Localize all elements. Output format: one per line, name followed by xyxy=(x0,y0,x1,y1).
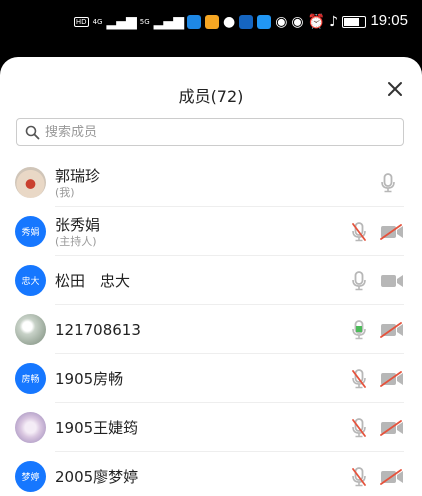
member-name: 张秀娟 xyxy=(55,215,101,234)
microphone-icon[interactable] xyxy=(380,173,396,193)
app-notification-icon xyxy=(257,15,272,29)
member-name: 松田 忠大 xyxy=(55,271,131,290)
member-row[interactable]: 1905王婕筠 xyxy=(0,403,422,452)
member-names: 松田 忠大 xyxy=(55,256,130,305)
mic-muted-icon[interactable] xyxy=(351,222,367,242)
app-notification-icon xyxy=(186,15,201,29)
mic-status-icon: ♪ xyxy=(329,14,338,30)
member-row[interactable]: 忠大 松田 忠大 xyxy=(0,256,422,305)
camera-off-icon[interactable] xyxy=(380,420,404,436)
avatar xyxy=(15,167,46,198)
app-notification-icon xyxy=(239,15,254,29)
member-row[interactable]: 房畅 1905房畅 xyxy=(0,354,422,403)
avatar-initials: 房畅 xyxy=(21,375,40,385)
avatar: 忠大 xyxy=(15,265,46,296)
member-list: 郭瑞珍 (我) 秀娟 张秀娟 (主持人) 忠大 松田 忠大 121708613 房畅 xyxy=(0,158,422,496)
location-icon: ◉ xyxy=(275,14,288,30)
member-names: 121708613 xyxy=(55,305,141,354)
member-row[interactable]: 郭瑞珍 (我) xyxy=(0,158,422,207)
microphone-icon[interactable] xyxy=(351,271,367,291)
member-names: 1905房畅 xyxy=(55,354,123,403)
avatar: 房畅 xyxy=(15,363,46,394)
member-row[interactable]: 梦婷 2005廖梦婷 xyxy=(0,452,422,496)
signal-icon-2: ▂▄▆ xyxy=(153,14,184,30)
member-names: 1905王婕筠 xyxy=(55,403,138,452)
member-names: 2005廖梦婷 xyxy=(55,452,138,496)
avatar xyxy=(15,412,46,443)
mic-muted-icon[interactable] xyxy=(351,467,367,487)
camera-off-icon[interactable] xyxy=(380,322,404,338)
avatar-initials: 梦婷 xyxy=(21,473,40,483)
camera-off-icon[interactable] xyxy=(380,371,404,387)
signal-icon: ▂▄▆ xyxy=(106,14,136,30)
sheet-header: 成员(72) xyxy=(0,57,422,127)
avatar xyxy=(15,314,46,345)
search-box[interactable] xyxy=(16,118,404,146)
status-bar: HD 4G ▂▄▆ 5G ▂▄▆ ● ◉ ◉ ⏰ ♪ 19:05 xyxy=(0,0,422,44)
member-name: 121708613 xyxy=(55,320,141,339)
avatar: 秀娟 xyxy=(15,216,46,247)
page-title: 成员(72) xyxy=(178,87,244,106)
camera-icon[interactable] xyxy=(380,273,404,289)
mic-muted-icon[interactable] xyxy=(351,418,367,438)
member-row[interactable]: 秀娟 张秀娟 (主持人) xyxy=(0,207,422,256)
signal-4g-label: 4G xyxy=(92,18,103,26)
clock: 19:05 xyxy=(370,12,408,29)
member-name: 2005廖梦婷 xyxy=(55,467,139,486)
avatar-initials: 秀娟 xyxy=(21,228,40,238)
signal-5g-label: 5G xyxy=(139,18,150,26)
alarm-icon: ⏰ xyxy=(307,14,326,30)
member-role: (我) xyxy=(55,185,75,199)
camera-off-icon[interactable] xyxy=(380,469,404,485)
member-name: 1905王婕筠 xyxy=(55,418,139,437)
member-role: (主持人) xyxy=(55,234,97,248)
member-names: 郭瑞珍 (我) xyxy=(55,158,100,207)
close-button[interactable] xyxy=(385,81,405,101)
camera-off-icon[interactable] xyxy=(380,224,404,240)
hd-icon: HD xyxy=(73,17,89,27)
avatar: 梦婷 xyxy=(15,461,46,492)
eye-icon: ◉ xyxy=(291,14,304,30)
status-icons: HD 4G ▂▄▆ 5G ▂▄▆ ● ◉ ◉ ⏰ ♪ xyxy=(73,12,366,32)
chat-icon: ● xyxy=(222,14,236,30)
search-input[interactable] xyxy=(45,124,385,140)
close-icon xyxy=(388,82,402,96)
mic-muted-icon[interactable] xyxy=(351,369,367,389)
app-notification-icon xyxy=(204,15,219,29)
microphone-icon[interactable] xyxy=(351,320,367,340)
member-names: 张秀娟 (主持人) xyxy=(55,207,100,256)
avatar-initials: 忠大 xyxy=(21,277,40,287)
battery-icon xyxy=(342,16,366,28)
member-name: 郭瑞珍 xyxy=(55,166,101,185)
member-name: 1905房畅 xyxy=(55,369,124,388)
search-icon xyxy=(25,125,40,139)
members-sheet: 成员(72) 郭瑞珍(我) 秀娟 张秀娟(主持人) 忠大 松田 忠大 xyxy=(0,57,422,496)
member-row[interactable]: 121708613 xyxy=(0,305,422,354)
